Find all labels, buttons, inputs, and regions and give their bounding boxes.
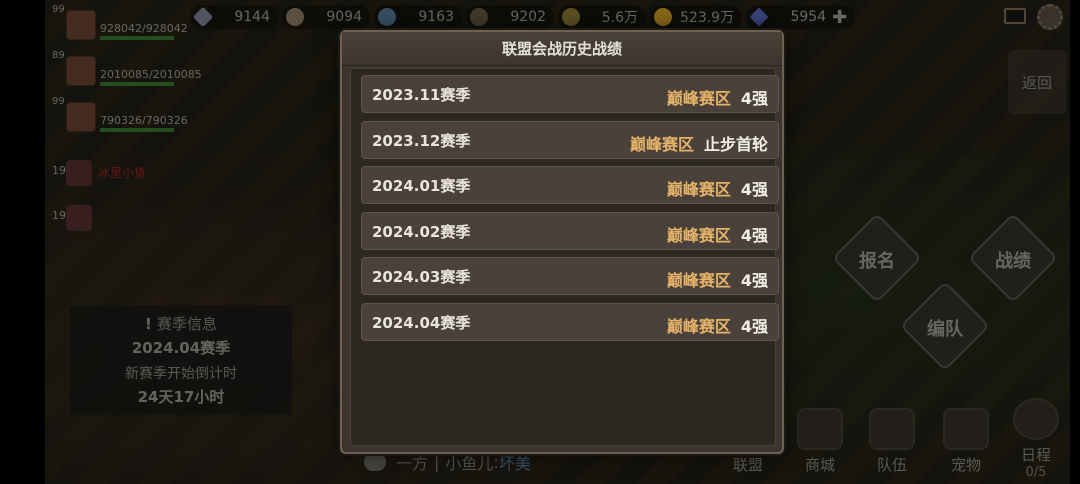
record-division: 巅峰赛区: [629, 134, 694, 154]
record-row: 2024.01赛季 巅峰赛区 4强: [361, 166, 779, 205]
record-season: 2023.12赛季: [372, 131, 471, 150]
record-row: 2024.04赛季 巅峰赛区 4强: [361, 302, 779, 341]
record-season: 2024.04赛季: [372, 313, 471, 332]
record-row: 2023.12赛季 巅峰赛区 止步首轮: [361, 120, 779, 159]
record-row: 2023.11赛季 巅峰赛区 4强: [361, 75, 779, 113]
record-division: 巅峰赛区: [666, 225, 731, 245]
record-list: 2023.11赛季 巅峰赛区 4强 2023.12赛季 巅峰赛区 止步首轮 2024…: [361, 75, 779, 349]
record-division: 巅峰赛区: [666, 89, 731, 108]
record-season: 2024.01赛季: [372, 177, 471, 196]
record-list-panel[interactable]: 2023.11赛季 巅峰赛区 4强 2023.12赛季 巅峰赛区 止步首轮 2024…: [350, 68, 779, 446]
record-season: 2023.11赛季: [372, 86, 471, 104]
record-row: 2024.03赛季 巅峰赛区 4强: [361, 257, 779, 296]
dialog-title: 联盟会战历史战绩: [342, 32, 782, 66]
record-result: 4强: [740, 180, 768, 200]
record-result: 止步首轮: [703, 134, 768, 154]
record-result: 4强: [740, 89, 768, 108]
record-result: 4强: [740, 225, 768, 245]
record-row: 2024.02赛季 巅峰赛区 4强: [361, 211, 779, 250]
record-result: 4强: [740, 271, 768, 291]
record-season: 2024.02赛季: [372, 222, 471, 241]
record-result: 4强: [740, 316, 768, 336]
history-record-dialog: 联盟会战历史战绩 2023.11赛季 巅峰赛区 4强 2023.12赛季 巅峰赛区…: [340, 30, 784, 454]
record-division: 巅峰赛区: [666, 271, 731, 291]
record-division: 巅峰赛区: [666, 316, 731, 336]
record-season: 2024.03赛季: [372, 268, 471, 287]
record-division: 巅峰赛区: [666, 180, 731, 200]
